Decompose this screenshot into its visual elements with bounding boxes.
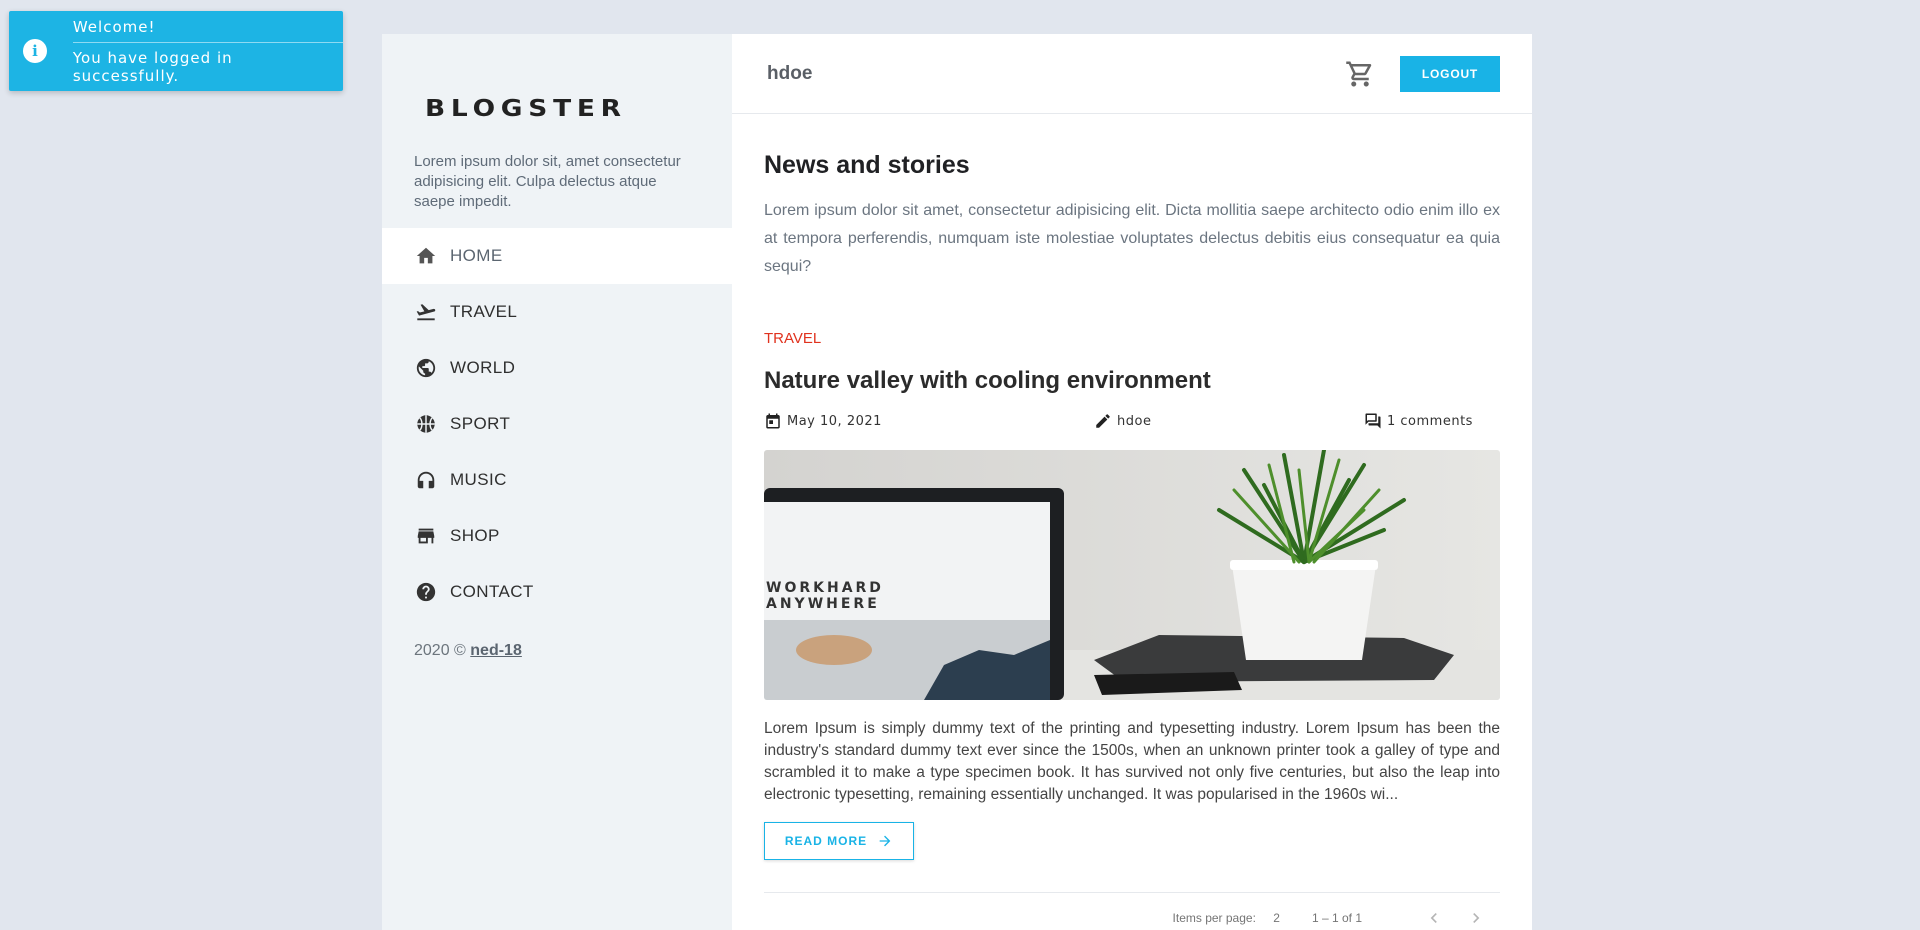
sidebar-tagline: Lorem ipsum dolor sit, amet consectetur … bbox=[414, 153, 681, 210]
shopping-cart-icon[interactable] bbox=[1345, 59, 1375, 89]
info-icon: i bbox=[23, 39, 47, 63]
sidebar-item-label: TRAVEL bbox=[450, 302, 518, 321]
home-icon bbox=[414, 244, 438, 268]
items-per-page-select[interactable]: 2 bbox=[1273, 911, 1280, 925]
login-toast[interactable]: i Welcome! You have logged in successful… bbox=[9, 11, 343, 91]
toast-message-block: Welcome! You have logged in successfully… bbox=[72, 18, 343, 85]
calendar-icon bbox=[766, 413, 780, 429]
paginator: Items per page: 2 1 – 1 of 1 bbox=[764, 893, 1500, 930]
post-category[interactable]: TRAVEL bbox=[764, 330, 1500, 347]
post-date-text: May 10, 2021 bbox=[787, 413, 882, 429]
basketball-icon bbox=[414, 412, 438, 436]
toast-title: Welcome! bbox=[72, 18, 343, 43]
sidebar-item-home[interactable]: HOME bbox=[382, 228, 732, 284]
sidebar-item-travel[interactable]: TRAVEL bbox=[382, 284, 732, 340]
airplane-takeoff-icon bbox=[414, 300, 438, 324]
logout-button[interactable]: LOGOUT bbox=[1400, 55, 1500, 92]
sidebar-item-label: WORLD bbox=[450, 358, 516, 377]
logo-text: BLOGSTER bbox=[425, 96, 627, 122]
sidebar-item-shop[interactable]: SHOP bbox=[382, 508, 732, 564]
headphones-icon bbox=[414, 468, 438, 492]
post-card: TRAVEL Nature valley with cooling enviro… bbox=[764, 330, 1500, 860]
store-icon bbox=[414, 524, 438, 548]
sidebar-item-contact[interactable]: CONTACT bbox=[382, 564, 732, 620]
paginator-range: 1 – 1 of 1 bbox=[1311, 911, 1362, 925]
author-link[interactable]: ned-18 bbox=[470, 642, 522, 659]
sidebar-item-label: MUSIC bbox=[450, 470, 507, 489]
post-author-text: hdoe bbox=[1117, 413, 1152, 429]
post-comments-text: 1 comments bbox=[1387, 413, 1473, 429]
sidebar-item-label: SPORT bbox=[450, 414, 511, 433]
comments-icon bbox=[1365, 413, 1381, 429]
sidebar-item-label: CONTACT bbox=[450, 582, 534, 601]
post-meta: May 10, 2021 hdoe 1 comments bbox=[764, 412, 1500, 430]
sidebar-item-label: SHOP bbox=[450, 526, 500, 545]
page-title: News and stories bbox=[764, 151, 970, 179]
copyright: 2020 © ned-18 bbox=[382, 642, 732, 660]
post-image[interactable]: WORKHARD ANYWHERE bbox=[764, 450, 1500, 700]
post-date: May 10, 2021 bbox=[764, 412, 1094, 430]
intro-text: Lorem ipsum dolor sit amet, consectetur … bbox=[764, 202, 1500, 275]
sidebar-item-world[interactable]: WORLD bbox=[382, 340, 732, 396]
content-area: News and stories Lorem ipsum dolor sit a… bbox=[732, 151, 1532, 930]
logo[interactable]: BLOGSTER bbox=[382, 34, 732, 122]
toast-message: You have logged in successfully. bbox=[72, 48, 233, 85]
app-shell: BLOGSTER Lorem ipsum dolor sit, amet con… bbox=[382, 34, 1532, 930]
items-per-page[interactable]: Items per page: 2 bbox=[1173, 911, 1280, 925]
image-caption-line2: ANYWHERE bbox=[766, 596, 880, 612]
help-circle-icon bbox=[414, 580, 438, 604]
sidebar-item-sport[interactable]: SPORT bbox=[382, 396, 732, 452]
sidebar-item-music[interactable]: MUSIC bbox=[382, 452, 732, 508]
post-excerpt: Lorem Ipsum is simply dummy text of the … bbox=[764, 720, 1500, 803]
read-more-label: READ MORE bbox=[784, 834, 868, 848]
copyright-text: 2020 © bbox=[414, 642, 466, 659]
read-more-button[interactable]: READ MORE bbox=[764, 822, 914, 860]
sidebar: BLOGSTER Lorem ipsum dolor sit, amet con… bbox=[382, 34, 732, 930]
arrow-right-icon bbox=[879, 835, 891, 847]
top-bar: hdoe LOGOUT bbox=[732, 34, 1532, 114]
sidebar-nav: HOME TRAVEL WORLD SPORT MUSIC SHOP CONTA… bbox=[382, 228, 732, 620]
main-content: hdoe LOGOUT News and stories Lorem ipsum… bbox=[732, 34, 1532, 930]
username: hdoe bbox=[767, 62, 813, 84]
chevron-right-icon[interactable] bbox=[1464, 906, 1488, 930]
chevron-left-icon[interactable] bbox=[1422, 906, 1446, 930]
post-author: hdoe bbox=[1094, 412, 1364, 430]
sidebar-item-label: HOME bbox=[450, 246, 503, 265]
image-caption-line1: WORKHARD bbox=[766, 580, 884, 596]
globe-icon bbox=[414, 356, 438, 380]
pencil-icon bbox=[1096, 414, 1110, 428]
items-per-page-label: Items per page: bbox=[1172, 911, 1256, 925]
post-comments[interactable]: 1 comments bbox=[1364, 412, 1473, 430]
post-title[interactable]: Nature valley with cooling environment bbox=[764, 367, 1500, 395]
